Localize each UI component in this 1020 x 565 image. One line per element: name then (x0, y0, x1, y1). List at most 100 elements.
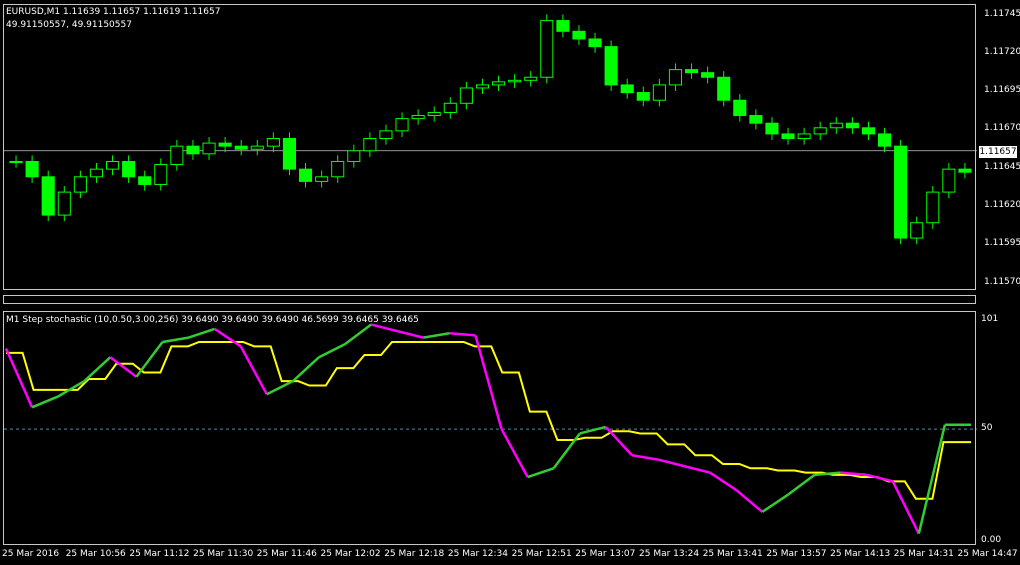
stochastic-main-segment (396, 329, 424, 339)
candle-body (492, 81, 506, 86)
price-label: 1.11720 (984, 47, 1020, 57)
stochastic-main-segment (344, 323, 372, 346)
candle-body (910, 222, 924, 239)
stochastic-main-segment (266, 380, 294, 396)
stochastic-main-segment (917, 424, 947, 534)
price-label: 1.11645 (984, 162, 1020, 172)
candle-body (620, 84, 634, 94)
candle-body (636, 92, 650, 101)
stochastic-pane[interactable]: M1 Step stochastic (10,0.50,3.00,256) 39… (3, 311, 977, 545)
stochastic-main-segment (787, 473, 816, 496)
candle-body (25, 160, 39, 178)
candle-body (57, 191, 71, 216)
candle-body (845, 122, 859, 129)
time-label: 25 Mar 11:30 (193, 549, 254, 559)
time-label: 25 Mar 14:13 (830, 549, 891, 559)
stochastic-main-segment (423, 332, 450, 339)
time-label: 25 Mar 14:47 (957, 549, 1018, 559)
candle-body (958, 168, 972, 173)
candle-body (668, 69, 683, 86)
candle-body (202, 142, 216, 155)
stochastic-lines (4, 323, 977, 535)
time-label: 25 Mar 12:34 (447, 549, 508, 559)
stochastic-main-segment (866, 473, 894, 483)
price-candles (4, 14, 977, 245)
candle-body (41, 176, 55, 216)
candle-body (797, 133, 811, 140)
candle-body (170, 145, 184, 166)
stochastic-main-segment (292, 356, 320, 383)
price-label: 1.11620 (984, 200, 1020, 210)
candle-body (73, 176, 87, 193)
time-label: 25 Mar 13:24 (639, 549, 700, 559)
candle-body (427, 111, 441, 117)
candle-body (942, 168, 956, 193)
stochastic-main-segment (709, 471, 737, 492)
candle-body (315, 176, 329, 182)
stochastic-main-segment (527, 467, 555, 479)
time-label: 25 Mar 10:56 (65, 549, 126, 559)
level-50: 50 (981, 423, 993, 433)
candle-body (829, 122, 843, 129)
price-label: 1.11695 (984, 85, 1020, 95)
stochastic-main-segment (31, 395, 59, 409)
candle-body (894, 145, 908, 239)
stochastic-main-segment (188, 327, 216, 339)
level-0: 0.00 (981, 535, 1002, 545)
candle-body (331, 160, 345, 178)
stochastic-main-segment (213, 327, 242, 348)
price-label: 1.11570 (984, 277, 1020, 287)
stochastic-main-segment (239, 345, 268, 395)
candle-body (395, 118, 409, 132)
time-label: 25 Mar 11:12 (129, 549, 190, 559)
candle-body (524, 76, 538, 81)
stochastic-main-segment (449, 332, 476, 337)
candle-body (218, 142, 232, 147)
stochastic-main-segment (4, 347, 34, 408)
candle-body (154, 164, 168, 185)
empty-indicator-pane[interactable] (3, 295, 976, 304)
candle-body (749, 115, 763, 124)
stochastic-main-segment (370, 323, 398, 333)
candle-body (765, 122, 779, 135)
time-label: 25 Mar 13:57 (766, 549, 827, 559)
time-label: 25 Mar 12:51 (511, 549, 572, 559)
candle-body (299, 168, 313, 182)
candle-body (122, 160, 136, 178)
candle-body (556, 20, 570, 32)
candle-body (89, 168, 103, 178)
candle-body (781, 133, 795, 140)
stochastic-signal-line (6, 340, 971, 500)
stochastic-main-segment (891, 480, 920, 535)
candle-body (540, 20, 554, 78)
candle-body (926, 191, 940, 224)
price-chart-pane[interactable]: EURUSD,M1 1.11639 1.11657 1.11619 1.1165… (3, 4, 977, 290)
candle-body (459, 87, 473, 104)
stochastic-main-segment (474, 335, 503, 430)
candle-body (813, 127, 827, 135)
candle-body (138, 176, 152, 185)
candle-body (508, 79, 522, 83)
candle-body (250, 145, 264, 150)
candle-body (604, 46, 618, 86)
candle-body (685, 69, 699, 74)
candle-body (572, 30, 586, 40)
stochastic-main-segment (318, 343, 346, 359)
current-price-tag: 1.11657 (979, 146, 1017, 158)
candle-body (717, 76, 731, 101)
stochastic-main-segment (761, 493, 790, 513)
time-label: 25 Mar 12:02 (320, 549, 381, 559)
stochastic-main-segment (735, 489, 764, 513)
candle-body (282, 138, 296, 170)
stochastic-main-segment (683, 464, 711, 474)
candle-body (266, 138, 280, 147)
stochastic-main-segment (657, 458, 685, 468)
time-label: 25 Mar 11:46 (256, 549, 317, 559)
stochastic-main-segment (500, 428, 529, 478)
candle-body (411, 115, 425, 120)
candle-body (861, 127, 876, 135)
candle-body (186, 145, 200, 155)
stochastic-main-segment (631, 453, 659, 461)
time-label: 25 Mar 2016 (2, 549, 60, 559)
candle-body (106, 160, 120, 170)
